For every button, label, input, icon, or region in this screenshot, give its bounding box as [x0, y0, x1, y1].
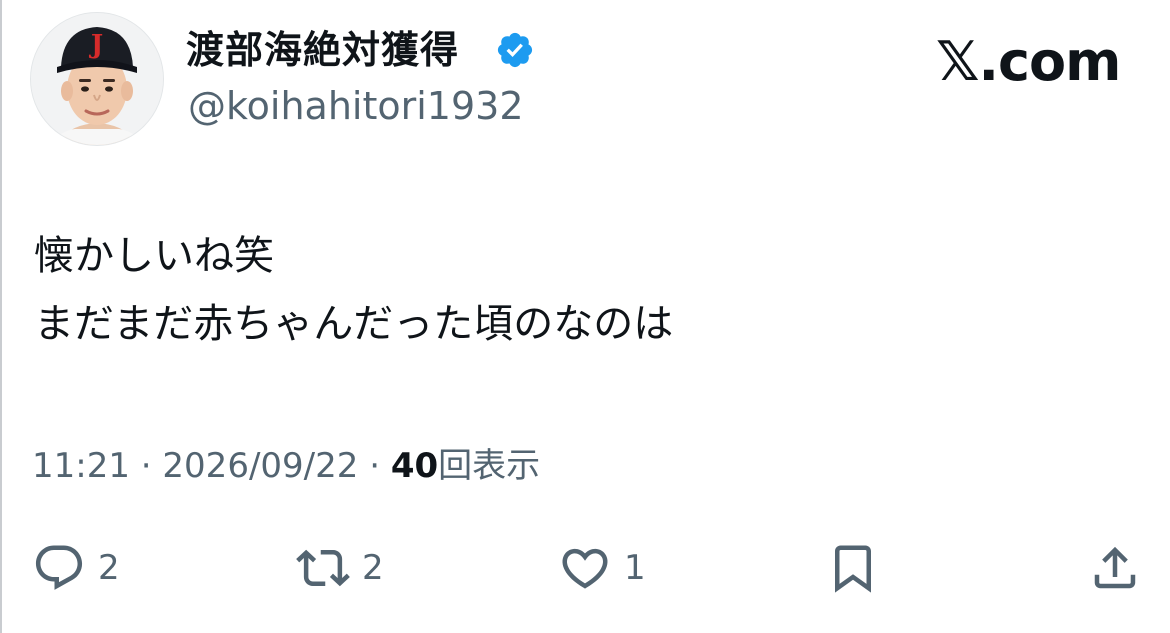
- like-count: 1: [624, 548, 646, 588]
- tweet-text: 懐かしいね笑 まだまだ赤ちゃんだった頃のなのは: [34, 222, 673, 358]
- reply-count: 2: [98, 548, 120, 588]
- tweet-line: まだまだ赤ちゃんだった頃のなのは: [34, 301, 674, 347]
- like-button[interactable]: 1: [558, 535, 646, 601]
- repost-button[interactable]: 2: [296, 535, 384, 601]
- share-button[interactable]: [1088, 535, 1142, 601]
- action-bar: 2 2 1: [0, 535, 1170, 601]
- repost-icon: [296, 549, 350, 587]
- views-label: 回表示: [438, 446, 541, 486]
- post-date[interactable]: 2026/09/22: [162, 446, 358, 486]
- views-count: 40: [390, 446, 439, 486]
- heart-icon: [562, 548, 608, 589]
- repost-count: 2: [362, 548, 384, 588]
- user-handle[interactable]: @koihahitori1932: [188, 82, 524, 130]
- svg-text:J: J: [89, 30, 103, 60]
- avatar[interactable]: J: [30, 12, 164, 146]
- post-time[interactable]: 11:21: [32, 446, 130, 486]
- meta-separator: ·: [369, 446, 381, 486]
- x-com-logo[interactable]: 𝕏.com: [936, 32, 1121, 92]
- tweet-line: 懐かしいね笑: [34, 233, 274, 279]
- verified-badge-icon: [497, 32, 533, 68]
- reply-button[interactable]: 2: [32, 535, 120, 601]
- display-name[interactable]: 渡部海絶対獲得: [186, 26, 459, 74]
- share-icon: [1094, 546, 1136, 589]
- player-photo-icon: J: [31, 13, 163, 145]
- tweet-meta: 11:21 · 2026/09/22 · 40回表示: [32, 442, 540, 490]
- bookmark-icon: [835, 545, 871, 593]
- reply-icon: [35, 545, 83, 590]
- bookmark-button[interactable]: [826, 535, 880, 601]
- meta-separator: ·: [140, 446, 152, 486]
